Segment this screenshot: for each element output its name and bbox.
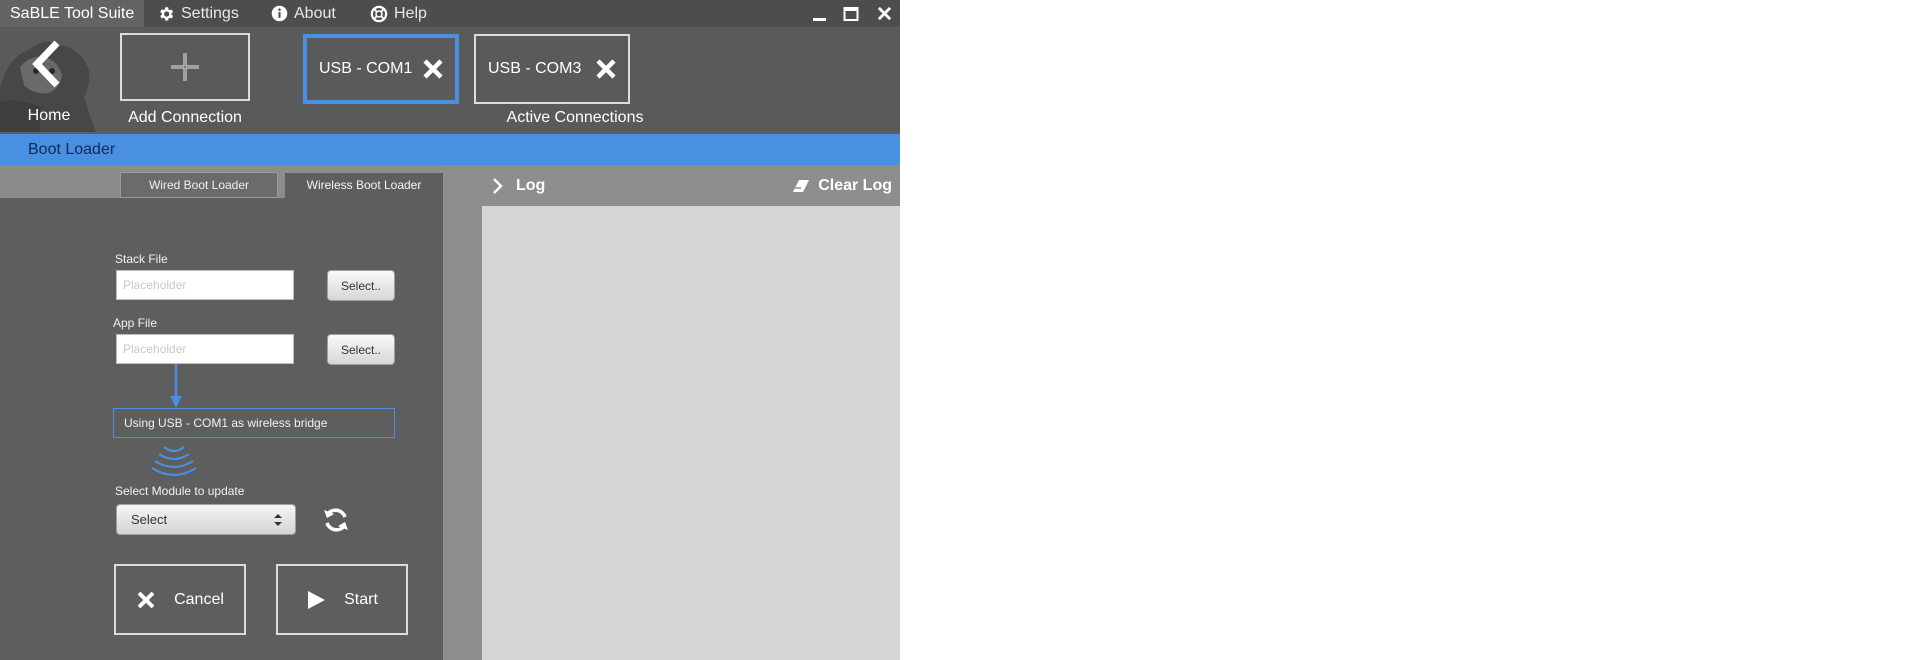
stack-file-label: Stack File <box>115 252 168 266</box>
app-window: SaBLE Tool Suite Settings About Help Hom… <box>0 0 900 660</box>
connection-tab-label: USB - COM1 <box>319 60 413 77</box>
lifebuoy-icon <box>370 5 388 22</box>
app-file-select-button[interactable]: Select.. <box>327 334 395 365</box>
minimize-button[interactable] <box>807 0 833 27</box>
chevron-left-icon <box>32 40 60 88</box>
log-output[interactable] <box>482 206 900 660</box>
tab-wired-boot-loader[interactable]: Wired Boot Loader <box>120 172 278 198</box>
arrow-down-icon <box>170 364 182 408</box>
play-icon <box>308 590 326 609</box>
gear-icon <box>160 6 174 21</box>
close-icon <box>877 6 891 21</box>
app-title: SaBLE Tool Suite <box>0 0 145 27</box>
connection-tab-com1[interactable]: USB - COM1 <box>303 34 459 104</box>
minimize-icon <box>813 17 826 21</box>
close-connection-icon[interactable] <box>594 57 618 81</box>
cancel-label: Cancel <box>174 590 224 608</box>
toolbar: Home Add Connection USB - COM1 USB - COM… <box>0 27 900 132</box>
menu-help[interactable]: Help <box>370 0 427 27</box>
menu-settings-label: Settings <box>181 5 239 22</box>
cancel-button[interactable]: Cancel <box>114 564 246 635</box>
close-connection-icon[interactable] <box>421 57 445 81</box>
info-icon <box>271 5 288 22</box>
menu-settings[interactable]: Settings <box>157 0 239 27</box>
wireless-bridge-info: Using USB - COM1 as wireless bridge <box>113 408 395 438</box>
section-header: Boot Loader <box>0 134 900 165</box>
maximize-icon <box>843 6 859 21</box>
connection-tab-label: USB - COM3 <box>488 60 582 77</box>
module-select-label: Select Module to update <box>115 484 245 498</box>
add-connection-label: Add Connection <box>128 109 242 126</box>
dropdown-caret-icon <box>274 514 282 526</box>
start-button[interactable]: Start <box>276 564 408 635</box>
tab-wireless-boot-loader[interactable]: Wireless Boot Loader <box>285 173 443 198</box>
close-icon <box>137 591 155 608</box>
subtab-strip: Wired Boot Loader Wireless Boot Loader <box>0 165 443 198</box>
add-connection-button[interactable] <box>120 33 250 101</box>
home-label: Home <box>27 107 71 124</box>
eraser-icon <box>793 179 810 192</box>
menu-about[interactable]: About <box>271 0 336 27</box>
stack-file-select-button[interactable]: Select.. <box>327 270 395 301</box>
log-title: Log <box>516 176 546 194</box>
log-toggle[interactable]: Log <box>492 165 545 206</box>
module-select-value: Select <box>131 512 168 527</box>
app-file-label: App File <box>113 316 158 330</box>
clear-log-button[interactable]: Clear Log <box>792 165 892 206</box>
refresh-icon[interactable] <box>322 506 350 534</box>
stack-file-input[interactable] <box>116 270 294 300</box>
app-file-input[interactable] <box>116 334 294 364</box>
active-connections-label: Active Connections <box>506 109 644 126</box>
menu-bar: SaBLE Tool Suite Settings About Help <box>0 0 900 27</box>
menu-help-label: Help <box>394 5 427 22</box>
home-button[interactable]: Home <box>0 27 98 132</box>
boot-loader-panel: Wired Boot Loader Wireless Boot Loader S… <box>0 165 443 660</box>
close-window-button[interactable] <box>871 0 897 27</box>
module-select-dropdown[interactable]: Select <box>116 504 296 535</box>
start-label: Start <box>344 590 378 608</box>
chevron-right-icon <box>493 177 503 194</box>
wireless-signal-icon <box>151 446 197 477</box>
maximize-button[interactable] <box>838 0 864 27</box>
plus-icon <box>171 53 199 81</box>
clear-log-label: Clear Log <box>818 176 892 194</box>
menu-about-label: About <box>294 5 336 22</box>
panel-divider[interactable] <box>443 165 482 660</box>
log-header: Log Clear Log <box>482 165 900 206</box>
section-title: Boot Loader <box>28 141 116 158</box>
connection-tab-com3[interactable]: USB - COM3 <box>474 34 630 104</box>
